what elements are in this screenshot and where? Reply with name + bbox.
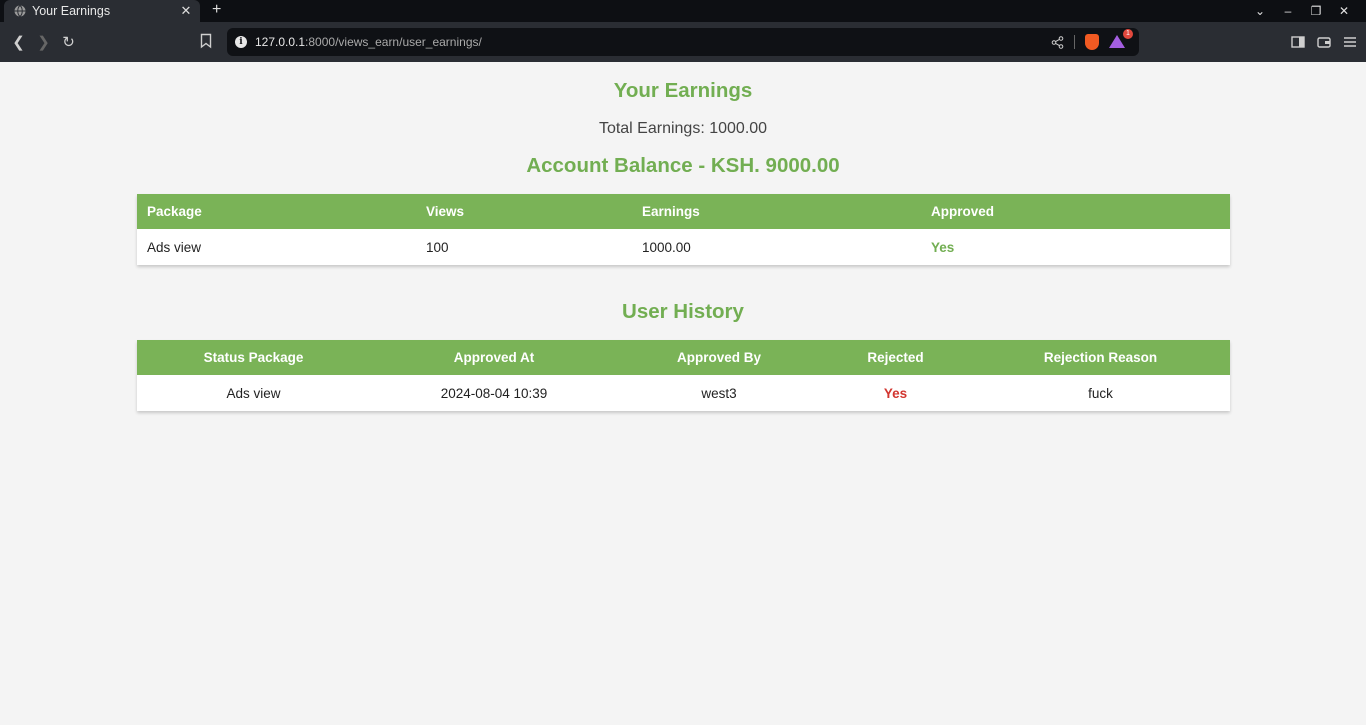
address-bar[interactable]: i 127.0.0.1:8000/views_earn/user_earning…	[227, 28, 1139, 56]
close-tab-icon[interactable]: ✕	[178, 3, 194, 19]
column-header: Status Package	[137, 340, 370, 375]
earnings-table: Package Views Earnings Approved Ads view…	[137, 194, 1230, 265]
window-controls: ⌄ – ❐ ✕	[1246, 0, 1358, 22]
site-info-icon[interactable]: i	[235, 36, 247, 48]
history-title: User History	[622, 300, 744, 323]
column-header: Views	[416, 194, 632, 229]
browser-toolbar: ❮ ❯ ↻ i 127.0.0.1:8000/views_earn/user_e…	[0, 22, 1366, 62]
approved-by-cell: west3	[701, 385, 737, 401]
brave-rewards-icon[interactable]: 1	[1109, 29, 1133, 49]
browser-tab[interactable]: Your Earnings ✕	[4, 0, 200, 22]
brave-shields-icon[interactable]	[1085, 34, 1099, 50]
column-header: Approved At	[370, 340, 618, 375]
tab-title: Your Earnings	[32, 4, 111, 18]
column-header: Earnings	[632, 194, 921, 229]
package-cell: Ads view	[147, 239, 202, 255]
wallet-icon[interactable]	[1316, 34, 1332, 50]
column-header: Approved	[921, 194, 1230, 229]
share-icon[interactable]	[1051, 35, 1064, 49]
table-header-row: Status Package Approved At Approved By R…	[137, 340, 1230, 375]
menu-icon[interactable]	[1342, 34, 1358, 50]
column-header: Package	[137, 194, 416, 229]
column-header: Approved By	[618, 340, 820, 375]
minimize-icon[interactable]: –	[1274, 4, 1302, 18]
toolbar-right-buttons	[1290, 34, 1358, 50]
globe-icon	[14, 5, 26, 17]
rewards-badge: 1	[1123, 29, 1133, 39]
browser-tab-bar: Your Earnings ✕ + ⌄ – ❐ ✕	[0, 0, 1366, 22]
history-table: Status Package Approved At Approved By R…	[137, 340, 1230, 411]
account-balance: Account Balance - KSH. 9000.00	[526, 154, 840, 177]
back-icon[interactable]: ❮	[6, 33, 31, 51]
status-package-cell: Ads view	[226, 385, 281, 401]
column-header: Rejection Reason	[971, 340, 1230, 375]
rejected-cell: Yes	[883, 385, 908, 401]
restore-icon[interactable]: ❐	[1302, 4, 1330, 18]
approved-at-cell: 2024-08-04 10:39	[440, 385, 548, 401]
rejection-reason-cell: fuck	[1088, 385, 1113, 401]
page-title: Your Earnings	[613, 79, 753, 102]
table-row: Ads view 100 1000.00 Yes	[137, 229, 1230, 265]
bookmark-icon[interactable]	[200, 33, 212, 49]
earnings-cell: 1000.00	[642, 239, 691, 255]
reload-icon[interactable]: ↻	[56, 33, 81, 51]
url-text[interactable]: 127.0.0.1:8000/views_earn/user_earnings/	[255, 35, 1051, 49]
sidebar-icon[interactable]	[1290, 34, 1306, 50]
forward-icon[interactable]: ❯	[31, 33, 56, 51]
approved-cell: Yes	[931, 239, 955, 255]
close-window-icon[interactable]: ✕	[1330, 4, 1358, 18]
column-header: Rejected	[820, 340, 971, 375]
page-content: Your Earnings Total Earnings: 1000.00 Ac…	[0, 62, 1366, 725]
table-header-row: Package Views Earnings Approved	[137, 194, 1230, 229]
new-tab-button[interactable]: +	[212, 1, 221, 19]
divider	[1074, 35, 1075, 49]
total-earnings: Total Earnings: 1000.00	[598, 120, 768, 137]
tab-list-chevron-icon[interactable]: ⌄	[1246, 4, 1274, 18]
table-row: Ads view 2024-08-04 10:39 west3 Yes fuck	[137, 375, 1230, 411]
views-cell: 100	[426, 239, 449, 255]
